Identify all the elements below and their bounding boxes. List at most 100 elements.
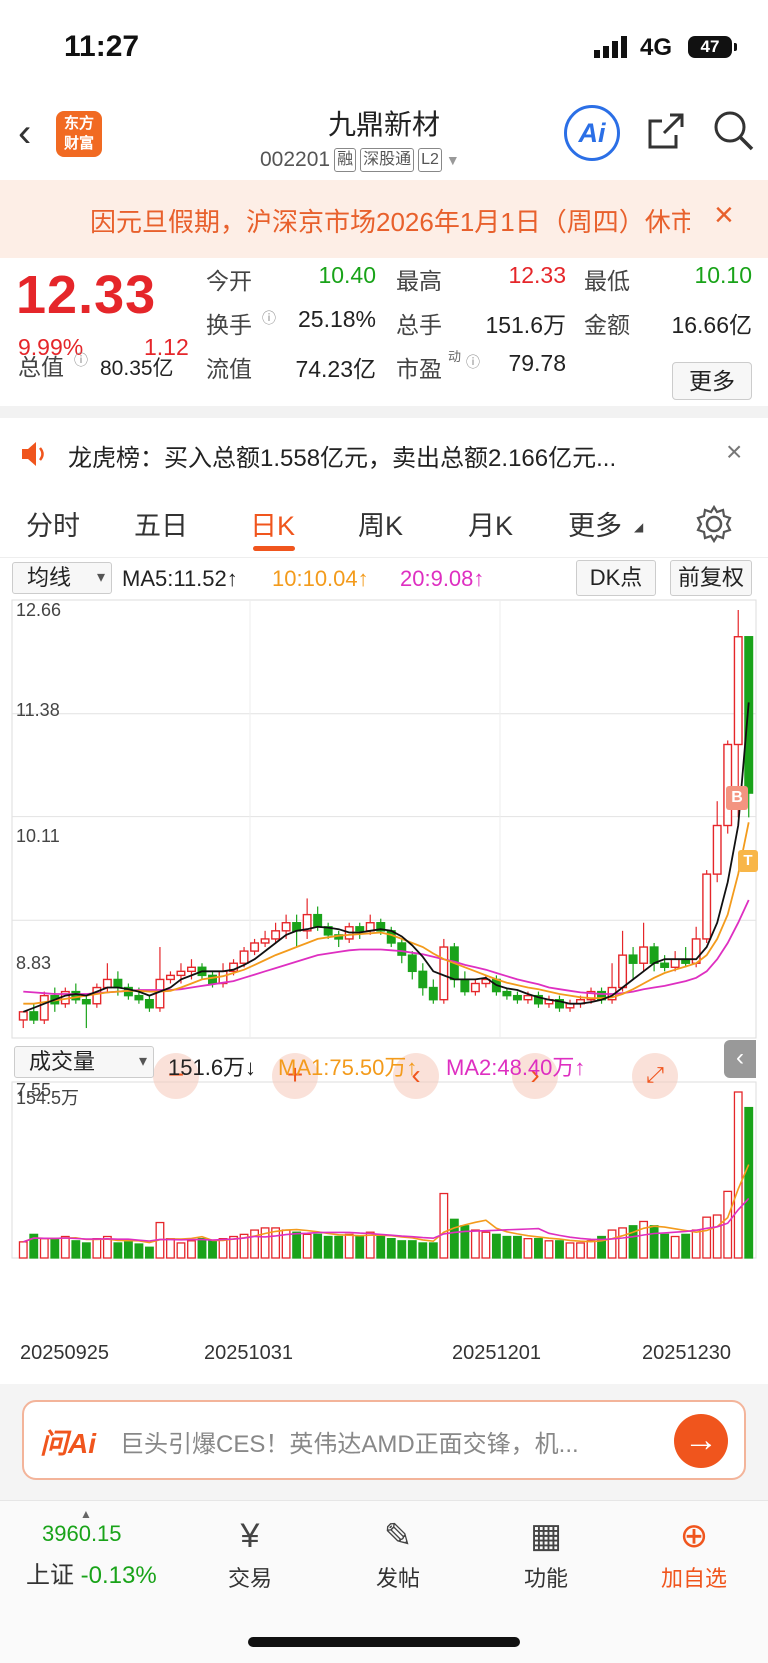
arrow-right-icon[interactable]: → <box>674 1414 728 1468</box>
close-icon[interactable]: × <box>726 436 742 468</box>
nav-function[interactable]: ▦ 功能 <box>496 1511 596 1593</box>
open-value: 10.40 <box>318 262 376 288</box>
candle-body <box>187 966 196 973</box>
ask-ai-prompt: 巨头引爆CES！英伟达AMD正面交锋，机... <box>120 1431 579 1458</box>
nav-label: 功能 <box>523 1566 568 1591</box>
share-icon[interactable] <box>646 111 688 153</box>
date-label: 20251031 <box>204 1342 293 1364</box>
volume-bar <box>355 1235 365 1259</box>
volume-bar <box>565 1242 575 1259</box>
stock-code-line[interactable]: 002201 融 深股通 L2 ▼ <box>260 147 460 173</box>
tab-weekly-k[interactable]: 周K <box>358 504 403 543</box>
volume-bar <box>660 1233 670 1259</box>
volume-bar <box>50 1238 60 1259</box>
tab-daily-k[interactable]: 日K <box>250 504 295 543</box>
volume-bar <box>113 1242 123 1259</box>
candle-body <box>502 990 512 997</box>
price-axis-label: 8.83 <box>16 953 52 973</box>
volume-bar <box>649 1225 659 1259</box>
status-time: 11:27 <box>64 30 140 63</box>
t-marker: T <box>738 850 758 872</box>
candle-body <box>250 942 260 952</box>
chevron-down-icon: ◢ <box>634 520 644 534</box>
info-icon[interactable]: ⓘ <box>74 350 88 370</box>
volume-bar <box>208 1240 217 1259</box>
volume-bar <box>607 1229 617 1259</box>
ma10-value: 10:10.04↑ <box>272 566 369 591</box>
ask-ai-bar[interactable]: 问Ai 巨头引爆CES！英伟达AMD正面交锋，机... → <box>22 1400 746 1480</box>
candle-body <box>407 954 417 973</box>
volume-bar <box>449 1218 459 1259</box>
search-icon[interactable] <box>712 109 756 153</box>
volume-indicator-select[interactable]: 成交量 <box>14 1046 154 1078</box>
volume-bar <box>292 1231 302 1259</box>
volume-bar <box>744 1106 754 1259</box>
candle-body <box>702 873 712 940</box>
volume-bar <box>681 1233 691 1259</box>
volume-bar <box>470 1229 480 1259</box>
volume-bar <box>418 1242 428 1259</box>
ma20-value: 20:9.08↑ <box>400 566 485 591</box>
index-pct: -0.13% <box>80 1562 157 1589</box>
close-icon[interactable]: × <box>714 196 734 235</box>
ma5-value: MA5:11.52↑ <box>122 566 238 591</box>
ai-button[interactable]: Ai <box>564 105 620 161</box>
volume-bar <box>670 1235 680 1259</box>
collapse-panel-button[interactable]: ‹ <box>724 1040 756 1078</box>
tab-monthly-k[interactable]: 月K <box>468 504 513 543</box>
volume-bar <box>523 1238 533 1259</box>
indicator-select[interactable]: 均线 <box>12 562 112 594</box>
fullscreen-button[interactable]: ⤢ <box>632 1053 678 1099</box>
volume-bar <box>691 1229 701 1259</box>
volume-bar <box>60 1235 70 1259</box>
more-button[interactable]: 更多 <box>672 362 752 400</box>
tab-intraday[interactable]: 分时 <box>26 504 80 543</box>
gear-icon[interactable] <box>694 504 734 544</box>
volume-label: 总手 <box>396 312 442 338</box>
info-icon[interactable]: ⓘ <box>466 352 480 372</box>
candle-body <box>439 946 449 1001</box>
index-label[interactable]: 上证 -0.13% <box>26 1555 157 1590</box>
candle-body <box>418 970 428 989</box>
candle-body <box>660 962 670 968</box>
candle-body <box>428 986 438 1001</box>
price-axis-label: 11.38 <box>16 700 60 720</box>
info-icon[interactable]: ⓘ <box>262 308 276 328</box>
candle-body <box>618 954 628 989</box>
candle-body <box>176 970 186 977</box>
forward-adjust-button[interactable]: 前复权 <box>670 560 752 596</box>
nav-post[interactable]: ✎ 发帖 <box>348 1511 448 1593</box>
tab-more[interactable]: 更多 <box>568 504 622 543</box>
buy-marker: B <box>726 786 748 810</box>
candle-body <box>102 978 112 989</box>
chevron-down-icon: ▼ <box>445 152 460 168</box>
float-label: 流值 <box>206 356 252 382</box>
candle-body <box>81 998 91 1005</box>
candle-body <box>397 942 407 956</box>
candle-body <box>512 994 522 1001</box>
volume-bar <box>512 1235 522 1259</box>
nav-add-watch[interactable]: ⊕ 加自选 <box>644 1511 744 1593</box>
holiday-notice: 因元旦假期，沪深京市场2026年1月1日（周四）休市 × <box>0 180 768 258</box>
candle-body <box>260 938 270 944</box>
dragon-tiger-bar[interactable]: 龙虎榜：买入总额1.558亿元，卖出总额2.166亿元... × <box>0 418 768 490</box>
candle-body <box>281 922 291 932</box>
tab-five-day[interactable]: 五日 <box>134 504 188 543</box>
nav-trade[interactable]: ¥ 交易 <box>200 1511 300 1593</box>
dragon-tiger-text: 龙虎榜：买入总额1.558亿元，卖出总额2.166亿元... <box>68 445 617 472</box>
price-axis-label: 12.66 <box>16 600 62 620</box>
kline-chart[interactable]: 12.66 11.38 10.11 8.83 7.55 − + ‹ › ⤢ B … <box>0 598 768 1368</box>
volume-bar <box>534 1238 543 1259</box>
volume-bar <box>481 1231 491 1259</box>
candle-body <box>744 636 754 794</box>
amount-label: 金额 <box>584 312 630 338</box>
pe-value: 79.78 <box>508 350 566 376</box>
volume-ma1: MA1:75.50万↑ <box>278 1055 418 1080</box>
high-value: 12.33 <box>508 262 566 288</box>
index-value[interactable]: 3960.15 <box>42 1521 122 1547</box>
signal-icon <box>594 36 627 58</box>
volume-value: 151.6万↓ <box>168 1055 257 1080</box>
candle-body <box>271 930 281 940</box>
dk-point-button[interactable]: DK点 <box>576 560 656 596</box>
kline-svg[interactable] <box>0 598 768 1368</box>
